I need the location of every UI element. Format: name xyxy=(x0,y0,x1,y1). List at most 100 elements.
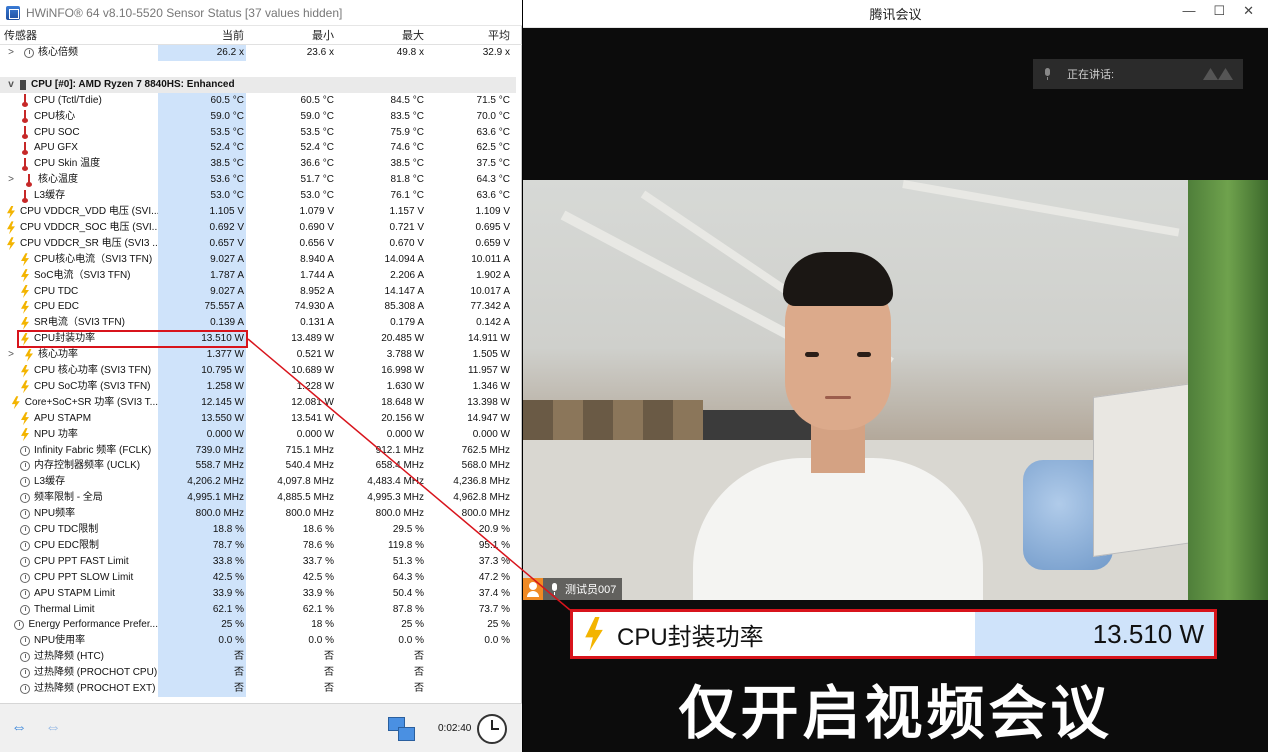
clock-icon xyxy=(20,556,30,567)
clock-icon[interactable] xyxy=(477,714,507,744)
sensor-list[interactable]: > 核心倍频 26.2 x 23.6 x 49.8 x 32.9 x v CPU [#0]: … xyxy=(0,45,522,703)
sensor-name-cell: CPU核心电流（SVI3 TFN) xyxy=(0,252,158,268)
value-min: 1.228 W xyxy=(296,380,334,392)
table-row[interactable]: CPU EDC 75.557 A 74.930 A 85.308 A 77.342 A xyxy=(0,299,516,316)
value-cur: 75.557 A xyxy=(158,299,246,316)
video-feed[interactable]: 测试员007 xyxy=(523,180,1268,600)
table-row[interactable]: Infinity Fabric 频率 (FCLK) 739.0 MHz 715.1 … xyxy=(0,442,516,459)
table-row[interactable]: 过热降频 (PROCHOT CPU) 否否否 xyxy=(0,665,516,682)
expand-toggle[interactable]: > xyxy=(4,45,18,61)
table-row[interactable]: 频率限制 - 全局 4,995.1 MHz 4,885.5 MHz 4,995.3 M… xyxy=(0,490,516,507)
clock-icon xyxy=(20,509,30,520)
expand-toggle[interactable]: > xyxy=(4,172,18,188)
value-cur: 33.8 % xyxy=(158,553,246,570)
sensor-name-cell: CPU 核心功率 (SVI3 TFN) xyxy=(0,363,158,379)
table-row[interactable]: Thermal Limit 62.1 % 62.1 % 87.8 % 73.7 % xyxy=(0,601,516,618)
value-min: 0.521 W xyxy=(296,349,334,361)
sensor-group-row[interactable]: v CPU [#0]: AMD Ryzen 7 8840HS: Enhanced xyxy=(0,76,516,93)
expand-toggle[interactable]: > xyxy=(4,347,18,363)
elapsed-timer: 0:02:40 xyxy=(438,723,472,734)
table-row[interactable]: 过热降频 (HTC) 否 否 否 xyxy=(0,649,516,666)
value-cur: 10.795 W xyxy=(158,363,246,379)
sensor-name-cell: APU GFX xyxy=(0,140,158,156)
sensor-name-cell: APU STAPM xyxy=(0,411,158,427)
table-row[interactable]: NPU使用率 0.0 % 0.0 % 0.0 % 0.0 % xyxy=(0,633,516,650)
table-row[interactable]: Energy Performance Prefer... 25 % 18 % 25 %… xyxy=(0,617,516,634)
table-row[interactable]: CPU TDC限制 18.8 % 18.6 % 29.5 % 20.9 % xyxy=(0,522,516,538)
table-row[interactable]: CPU PPT FAST Limit 33.8 % 33.7 % 51.3 % 37.3… xyxy=(0,553,516,570)
sensor-name-cell: SoC电流（SVI3 TFN) xyxy=(0,268,158,284)
navigate-left-button[interactable]: ⇔ xyxy=(4,716,34,740)
table-row[interactable]: APU STAPM 13.550 W 13.541 W 20.156 W 14.947 … xyxy=(0,410,516,427)
table-row[interactable]: CPU PPT SLOW Limit 42.5 % 42.5 % 64.3 % 47.2… xyxy=(0,569,516,586)
minimize-button[interactable]: — xyxy=(1182,3,1195,19)
table-row[interactable]: SR电流（SVI3 TFN) 0.139 A 0.131 A 0.179 A 0.142… xyxy=(0,315,516,332)
value-cur: 800.0 MHz xyxy=(158,506,246,523)
table-row[interactable]: CPU SoC功率 (SVI3 TFN) 1.258 W 1.228 W 1.630 … xyxy=(0,378,516,395)
table-row[interactable]: CPU (Tctl/Tdie) 60.5 °C 60.5 °C 84.5 °C 71.5… xyxy=(0,92,516,109)
table-row[interactable]: CPU VDDCR_VDD 电压 (SVI... 1.105 V 1.079 V 1.… xyxy=(0,204,516,220)
sensor-name-cell: CPU VDDCR_SOC 电压 (SVI... xyxy=(0,220,158,236)
header-sensor[interactable]: 传感器 xyxy=(0,27,158,45)
value-max: 119.8 % xyxy=(388,539,424,551)
table-row[interactable]: CPU TDC 9.027 A 8.952 A 14.147 A 10.017 A xyxy=(0,283,516,300)
table-row[interactable]: NPU频率 800.0 MHz 800.0 MHz 800.0 MHz 800.0 MH… xyxy=(0,506,516,523)
lightning-icon xyxy=(21,316,29,330)
table-row[interactable]: CPU SOC 53.5 °C 53.5 °C 75.9 °C 63.6 °C xyxy=(0,124,516,141)
value-avg: 37.4 % xyxy=(478,587,510,599)
value-min: 59.0 °C xyxy=(300,110,334,122)
clock-icon xyxy=(20,636,30,647)
expand-toggle[interactable]: v xyxy=(4,77,18,93)
thermometer-icon xyxy=(20,189,30,203)
sensor-label: 内存控制器频率 (UCLK) xyxy=(34,460,141,472)
table-row[interactable]: APU GFX 52.4 °C 52.4 °C 74.6 °C 62.5 °C xyxy=(0,140,516,157)
clock-icon xyxy=(20,477,30,488)
value-avg: 762.5 MHz xyxy=(461,444,510,456)
table-row[interactable]: CPU EDC限制 78.7 % 78.6 % 119.8 % 95.1 % xyxy=(0,537,516,554)
value-min: 0.0 % xyxy=(308,635,334,647)
close-button[interactable]: ✕ xyxy=(1243,3,1254,19)
table-row[interactable]: > 核心倍频 26.2 x 23.6 x 49.8 x 32.9 x xyxy=(0,45,516,61)
value-max: 0.000 W xyxy=(386,428,424,440)
table-row[interactable]: CPU Skin 温度 38.5 °C 36.6 °C 38.5 °C 37.5 °C xyxy=(0,156,516,173)
value-avg: 1.109 V xyxy=(475,206,510,217)
network-icon[interactable] xyxy=(386,714,416,744)
sensor-label: CPU PPT SLOW Limit xyxy=(34,571,134,583)
table-row[interactable]: Core+SoC+SR 功率 (SVI3 T... 12.145 W 12.081 … xyxy=(0,394,516,411)
table-row[interactable]: L3缓存 4,206.2 MHz 4,097.8 MHz 4,483.4 MHz 4,2… xyxy=(0,474,516,491)
lightning-icon xyxy=(7,221,15,235)
table-row[interactable]: NPU 功率 0.000 W 0.000 W 0.000 W 0.000 W xyxy=(0,426,516,443)
sensor-label: CPU EDC xyxy=(34,301,80,313)
value-avg: 0.142 A xyxy=(476,317,510,329)
header-min[interactable]: 最小 xyxy=(246,27,336,45)
navigate-right-button[interactable]: ⇔ xyxy=(38,716,68,740)
sensor-name-cell: Energy Performance Prefer... xyxy=(0,617,158,633)
table-row[interactable]: CPU核心电流（SVI3 TFN) 9.027 A 8.940 A 14.094 A 1… xyxy=(0,251,516,268)
table-row[interactable]: APU STAPM Limit 33.9 % 33.9 % 50.4 % 37.4 % xyxy=(0,585,516,602)
value-cur: 4,206.2 MHz xyxy=(158,474,246,491)
header-avg[interactable]: 平均 xyxy=(426,27,516,45)
table-row[interactable]: SoC电流（SVI3 TFN) 1.787 A 1.744 A 2.206 A 1.90… xyxy=(0,267,516,284)
sensor-name-cell: CPU EDC限制 xyxy=(0,538,158,554)
header-current[interactable]: 当前 xyxy=(158,27,246,45)
table-row[interactable]: 过热降频 (PROCHOT EXT) 否否否 xyxy=(0,681,516,697)
value-cur: 1.377 W xyxy=(158,347,246,364)
table-row[interactable]: L3缓存 53.0 °C 53.0 °C 76.1 °C 63.6 °C xyxy=(0,188,516,205)
sensor-name-cell: CPU EDC xyxy=(0,299,158,315)
table-row[interactable]: > 核心温度 53.6 °C 51.7 °C 81.8 °C 64.3 °C xyxy=(0,172,516,189)
lightning-icon xyxy=(21,300,29,314)
table-row[interactable]: 内存控制器频率 (UCLK) 558.7 MHz 540.4 MHz 658.4 MH… xyxy=(0,458,516,475)
table-row[interactable] xyxy=(0,61,516,77)
table-row[interactable]: > 核心功率 1.377 W 0.521 W 3.788 W 1.505 W xyxy=(0,347,516,364)
sensor-name-cell: Thermal Limit xyxy=(0,602,158,618)
table-row[interactable]: CPU 核心功率 (SVI3 TFN) 10.795 W 10.689 W 16.99… xyxy=(0,363,516,379)
value-min: 18.6 % xyxy=(302,524,334,535)
maximize-button[interactable]: ☐ xyxy=(1213,3,1225,19)
sensor-label: APU STAPM Limit xyxy=(34,587,115,599)
sensor-label: 过热降频 (PROCHOT EXT) xyxy=(34,683,156,694)
lightning-icon xyxy=(21,364,29,378)
table-row[interactable]: CPU核心 59.0 °C 59.0 °C 83.5 °C 70.0 °C xyxy=(0,108,516,125)
table-row[interactable]: CPU VDDCR_SOC 电压 (SVI... 0.692 V 0.690 V 0.… xyxy=(0,219,516,236)
header-max[interactable]: 最大 xyxy=(336,27,426,45)
table-row[interactable]: CPU VDDCR_SR 电压 (SVI3 ... 0.657 V 0.656 V 0… xyxy=(0,235,516,252)
